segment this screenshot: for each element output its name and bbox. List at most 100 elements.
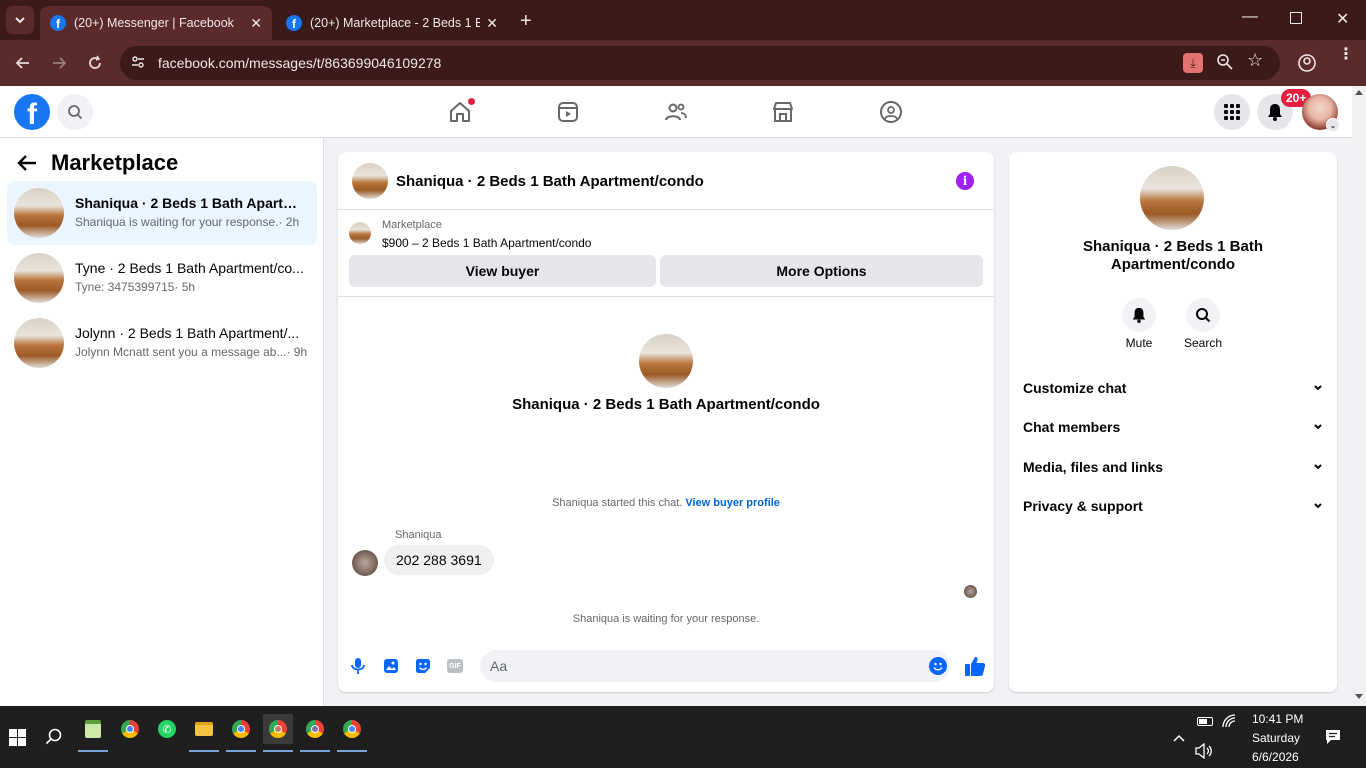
video-icon: [558, 102, 578, 122]
gif-button[interactable]: GIF: [447, 659, 463, 673]
file-explorer-app-icon[interactable]: [189, 714, 219, 752]
chrome-window-4-icon[interactable]: [337, 714, 367, 752]
battery-icon[interactable]: [1197, 717, 1213, 726]
conversation-item[interactable]: Tyne · 2 Beds 1 Bath Apartment/co... Tyn…: [7, 246, 317, 310]
nav-groups[interactable]: [877, 98, 905, 126]
address-bar[interactable]: facebook.com/messages/t/863699046109278 …: [120, 46, 1280, 80]
zoom-icon[interactable]: [1216, 53, 1234, 76]
message-bubble[interactable]: 202 288 3691: [384, 545, 494, 575]
windows-start-icon[interactable]: [9, 729, 26, 751]
voice-clip-button[interactable]: [350, 657, 366, 680]
chrome-window-1-icon[interactable]: [226, 714, 256, 752]
chat-header: Shaniqua · 2 Beds 1 Bath Apartment/condo…: [338, 152, 994, 210]
chrome-window-2-icon[interactable]: [263, 714, 293, 752]
whatsapp-app-icon[interactable]: ✆: [152, 714, 182, 744]
conversation-name: Tyne · 2 Beds 1 Bath Apartment/co...: [75, 260, 304, 276]
page-scrollbar[interactable]: [1352, 86, 1366, 706]
window-close-button[interactable]: ✕: [1336, 9, 1349, 29]
wifi-icon[interactable]: [1221, 714, 1237, 733]
browser-toolbar: facebook.com/messages/t/863699046109278 …: [0, 40, 1366, 86]
notepad-app-icon[interactable]: [78, 714, 108, 752]
listing-title: $900 – 2 Beds 1 Bath Apartment/condo: [382, 236, 592, 250]
bookmark-star-icon[interactable]: ☆: [1247, 50, 1263, 71]
taskbar-search-icon[interactable]: [45, 728, 63, 751]
show-hidden-icons-icon[interactable]: [1172, 730, 1186, 748]
nav-video[interactable]: [554, 98, 582, 126]
listing-thumbnail: [14, 188, 64, 238]
privacy-support-section[interactable]: Privacy & support: [1023, 488, 1323, 524]
arrow-left-icon: [15, 57, 29, 69]
site-settings-icon[interactable]: [130, 54, 146, 75]
more-options-button[interactable]: More Options: [660, 255, 983, 287]
nav-marketplace[interactable]: [769, 98, 797, 126]
new-tab-button[interactable]: +: [520, 10, 532, 33]
message-sender: Shaniqua: [395, 529, 442, 541]
close-icon[interactable]: ✕: [486, 15, 498, 32]
media-files-links-section[interactable]: Media, files and links: [1023, 449, 1323, 485]
like-button[interactable]: [964, 655, 986, 682]
view-buyer-profile-link[interactable]: View buyer profile: [685, 497, 780, 509]
section-label: Chat members: [1023, 419, 1121, 435]
mute-button[interactable]: [1122, 298, 1156, 332]
chat-header-title[interactable]: Shaniqua · 2 Beds 1 Bath Apartment/condo: [396, 173, 704, 190]
chevron-down-icon: [1314, 464, 1322, 470]
conversation-item[interactable]: Shaniqua · 2 Beds 1 Bath Apartme... Shan…: [7, 181, 317, 245]
forward-button[interactable]: [49, 53, 69, 73]
sticker-icon: [416, 659, 430, 673]
chrome-menu-icon[interactable]: ⋮: [1338, 47, 1354, 63]
nav-home[interactable]: [446, 98, 475, 126]
chevron-down-icon: [1314, 424, 1322, 430]
scroll-up-arrow-icon[interactable]: [1355, 90, 1363, 95]
message-input[interactable]: Aa: [480, 650, 950, 682]
scroll-down-arrow-icon[interactable]: [1355, 694, 1363, 699]
listing-thumbnail: [14, 253, 64, 303]
install-app-icon[interactable]: ⤓: [1183, 53, 1203, 73]
menu-button[interactable]: [1214, 94, 1250, 130]
search-icon: [1196, 308, 1211, 323]
conversation-preview: Jolynn Mcnatt sent you a message ab...· …: [75, 345, 308, 359]
view-buyer-button[interactable]: View buyer: [349, 255, 656, 287]
chat-members-section[interactable]: Chat members: [1023, 409, 1323, 445]
clock-day[interactable]: Saturday: [1252, 731, 1300, 745]
conversation-item[interactable]: Jolynn · 2 Beds 1 Bath Apartment/... Jol…: [7, 311, 317, 375]
minimize-button[interactable]: —: [1242, 8, 1258, 26]
reload-icon: [89, 55, 101, 69]
volume-icon[interactable]: [1195, 742, 1213, 764]
listing-thumbnail[interactable]: [349, 222, 371, 244]
tab-marketplace[interactable]: f (20+) Marketplace - 2 Beds 1 Ba ✕: [276, 6, 508, 40]
profile-icon[interactable]: [1297, 53, 1317, 78]
search-button[interactable]: [57, 94, 93, 130]
clock-date[interactable]: 6/6/2026: [1252, 750, 1299, 764]
chevron-down-icon: [15, 17, 25, 24]
chat-info-panel: Shaniqua · 2 Beds 1 Bath Apartment/condo…: [1009, 152, 1337, 692]
waiting-notice: Shaniqua is waiting for your response.: [572, 613, 760, 625]
clock-time[interactable]: 10:41 PM: [1252, 712, 1303, 726]
info-icon[interactable]: i: [956, 172, 974, 190]
chrome-app-icon[interactable]: [115, 714, 145, 744]
photo-button[interactable]: [383, 658, 399, 679]
close-icon[interactable]: ✕: [250, 15, 262, 32]
chevron-down-icon: ⌄: [1326, 118, 1340, 132]
back-button[interactable]: [13, 53, 33, 73]
facebook-logo-icon[interactable]: f: [14, 94, 50, 130]
back-arrow-icon[interactable]: [16, 152, 38, 179]
sender-avatar[interactable]: [352, 550, 378, 576]
customize-chat-section[interactable]: Customize chat: [1023, 370, 1323, 406]
chat-header-thumbnail[interactable]: [352, 163, 388, 199]
reload-button[interactable]: [85, 53, 105, 73]
tab-search-button[interactable]: [6, 6, 34, 34]
tab-title: (20+) Messenger | Facebook: [74, 16, 234, 30]
tab-messenger[interactable]: f (20+) Messenger | Facebook ✕: [40, 6, 272, 40]
action-center-icon[interactable]: [1325, 729, 1341, 750]
maximize-button[interactable]: [1290, 12, 1302, 24]
started-text: Shaniqua started this chat.: [552, 497, 683, 509]
emoji-icon[interactable]: [929, 657, 947, 675]
panel-title: Marketplace: [51, 150, 179, 175]
account-avatar[interactable]: ⌄: [1302, 94, 1340, 132]
sticker-button[interactable]: [415, 658, 431, 679]
nav-friends[interactable]: [662, 98, 690, 126]
conversation-list-panel: Marketplace Shaniqua · 2 Beds 1 Bath Apa…: [0, 138, 324, 706]
browser-tab-bar: f (20+) Messenger | Facebook ✕ f (20+) M…: [0, 0, 1366, 40]
chrome-window-3-icon[interactable]: [300, 714, 330, 752]
search-in-chat-button[interactable]: [1186, 298, 1220, 332]
